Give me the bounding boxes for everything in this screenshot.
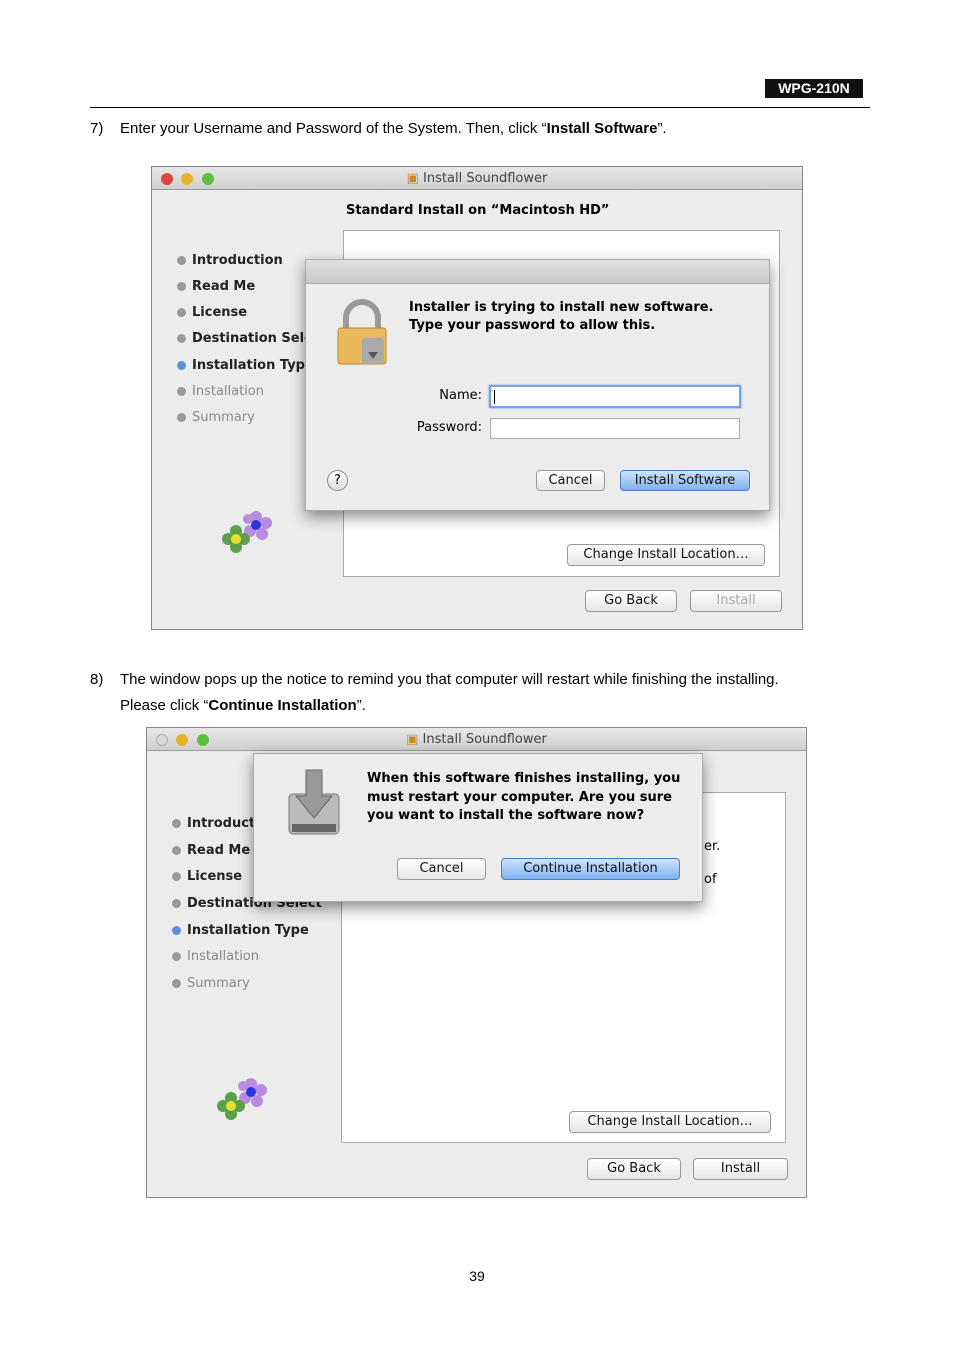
step-dot-icon xyxy=(177,361,186,370)
sidebar-item-installation-type: Installation Type xyxy=(172,923,309,938)
step-dot-icon xyxy=(177,334,186,343)
sidebar-item-license: License xyxy=(172,869,242,884)
step-dot-icon xyxy=(172,899,181,908)
window-title: Install Soundflower xyxy=(422,732,547,747)
installer-window-2: ▣ Install Soundflower er. of Introductio… xyxy=(146,727,807,1198)
step-7-text: Enter your Username and Password of the … xyxy=(120,120,667,137)
sidebar-item-read-me: Read Me xyxy=(177,279,255,294)
change-install-location-button[interactable]: Change Install Location… xyxy=(569,1111,771,1133)
sidebar-item-installation: Installation xyxy=(172,949,259,964)
cancel-button[interactable]: Cancel xyxy=(536,470,605,491)
title-bar[interactable]: ▣ Install Soundflower xyxy=(152,167,802,190)
step-dot-icon xyxy=(177,387,186,396)
step-dot-icon xyxy=(172,926,181,935)
model-label: WPG-210N xyxy=(765,79,863,98)
step-dot-icon xyxy=(172,952,181,961)
dialog-header xyxy=(306,260,769,284)
step-7-number: 7) xyxy=(90,120,104,137)
step-8-line-1: The window pops up the notice to remind … xyxy=(120,671,779,688)
header-rule xyxy=(90,107,870,108)
password-label: Password: xyxy=(416,420,482,435)
go-back-button[interactable]: Go Back xyxy=(587,1158,681,1180)
sidebar-item-installation-type: Installation Type xyxy=(177,358,314,373)
step-dot-icon xyxy=(177,308,186,317)
hard-drive-install-icon xyxy=(288,769,340,835)
minimize-button[interactable] xyxy=(181,173,193,185)
sidebar-item-summary: Summary xyxy=(172,976,250,991)
installer-window-1: ▣ Install Soundflower Standard Install o… xyxy=(151,166,803,630)
sidebar-item-license: License xyxy=(177,305,247,320)
step-dot-icon xyxy=(172,819,181,828)
page-number: 39 xyxy=(469,1268,485,1284)
sidebar-item-summary: Summary xyxy=(177,410,255,425)
lock-icon xyxy=(337,299,387,365)
step-dot-icon xyxy=(172,846,181,855)
restart-confirm-dialog: When this software finishes installing, … xyxy=(253,753,703,902)
zoom-button[interactable] xyxy=(202,173,214,185)
help-button[interactable]: ? xyxy=(327,470,348,491)
package-icon: ▣ xyxy=(406,732,419,747)
install-heading: Standard Install on “Macintosh HD” xyxy=(346,203,610,218)
minimize-button[interactable] xyxy=(176,734,188,746)
sidebar-item-introduction: Introduction xyxy=(177,253,283,268)
install-software-button[interactable]: Install Software xyxy=(620,470,750,491)
step-dot-icon xyxy=(177,413,186,422)
title-bar[interactable]: ▣ Install Soundflower xyxy=(147,728,806,751)
cancel-button[interactable]: Cancel xyxy=(397,858,486,880)
behind-text: er. xyxy=(704,839,721,854)
change-install-location-button[interactable]: Change Install Location… xyxy=(567,544,765,566)
password-input[interactable] xyxy=(490,418,740,439)
window-title: Install Soundflower xyxy=(423,171,548,186)
name-label: Name: xyxy=(439,388,482,403)
continue-installation-button[interactable]: Continue Installation xyxy=(501,858,680,880)
authentication-dialog: Installer is trying to install new softw… xyxy=(305,259,770,511)
step-dot-icon xyxy=(177,282,186,291)
step-dot-icon xyxy=(177,256,186,265)
name-input[interactable] xyxy=(489,385,741,408)
install-button[interactable]: Install xyxy=(690,590,782,612)
text-cursor xyxy=(494,390,495,404)
go-back-button[interactable]: Go Back xyxy=(585,590,677,612)
install-button[interactable]: Install xyxy=(693,1158,788,1180)
close-button[interactable] xyxy=(161,173,173,185)
flower-logo-icon xyxy=(222,511,272,553)
sidebar-item-installation: Installation xyxy=(177,384,264,399)
behind-text: of xyxy=(704,872,717,887)
step-dot-icon xyxy=(172,979,181,988)
dialog-message: When this software finishes installing, … xyxy=(367,771,681,823)
flower-logo-icon xyxy=(217,1078,267,1120)
step-dot-icon xyxy=(172,872,181,881)
zoom-button[interactable] xyxy=(197,734,209,746)
sidebar-item-read-me: Read Me xyxy=(172,843,250,858)
dialog-message: Installer is trying to install new softw… xyxy=(409,300,714,333)
step-8-line-2: Please click “Continue Installation”. xyxy=(120,697,366,714)
close-button[interactable] xyxy=(156,734,168,746)
package-icon: ▣ xyxy=(406,171,419,186)
step-8-number: 8) xyxy=(90,671,104,688)
